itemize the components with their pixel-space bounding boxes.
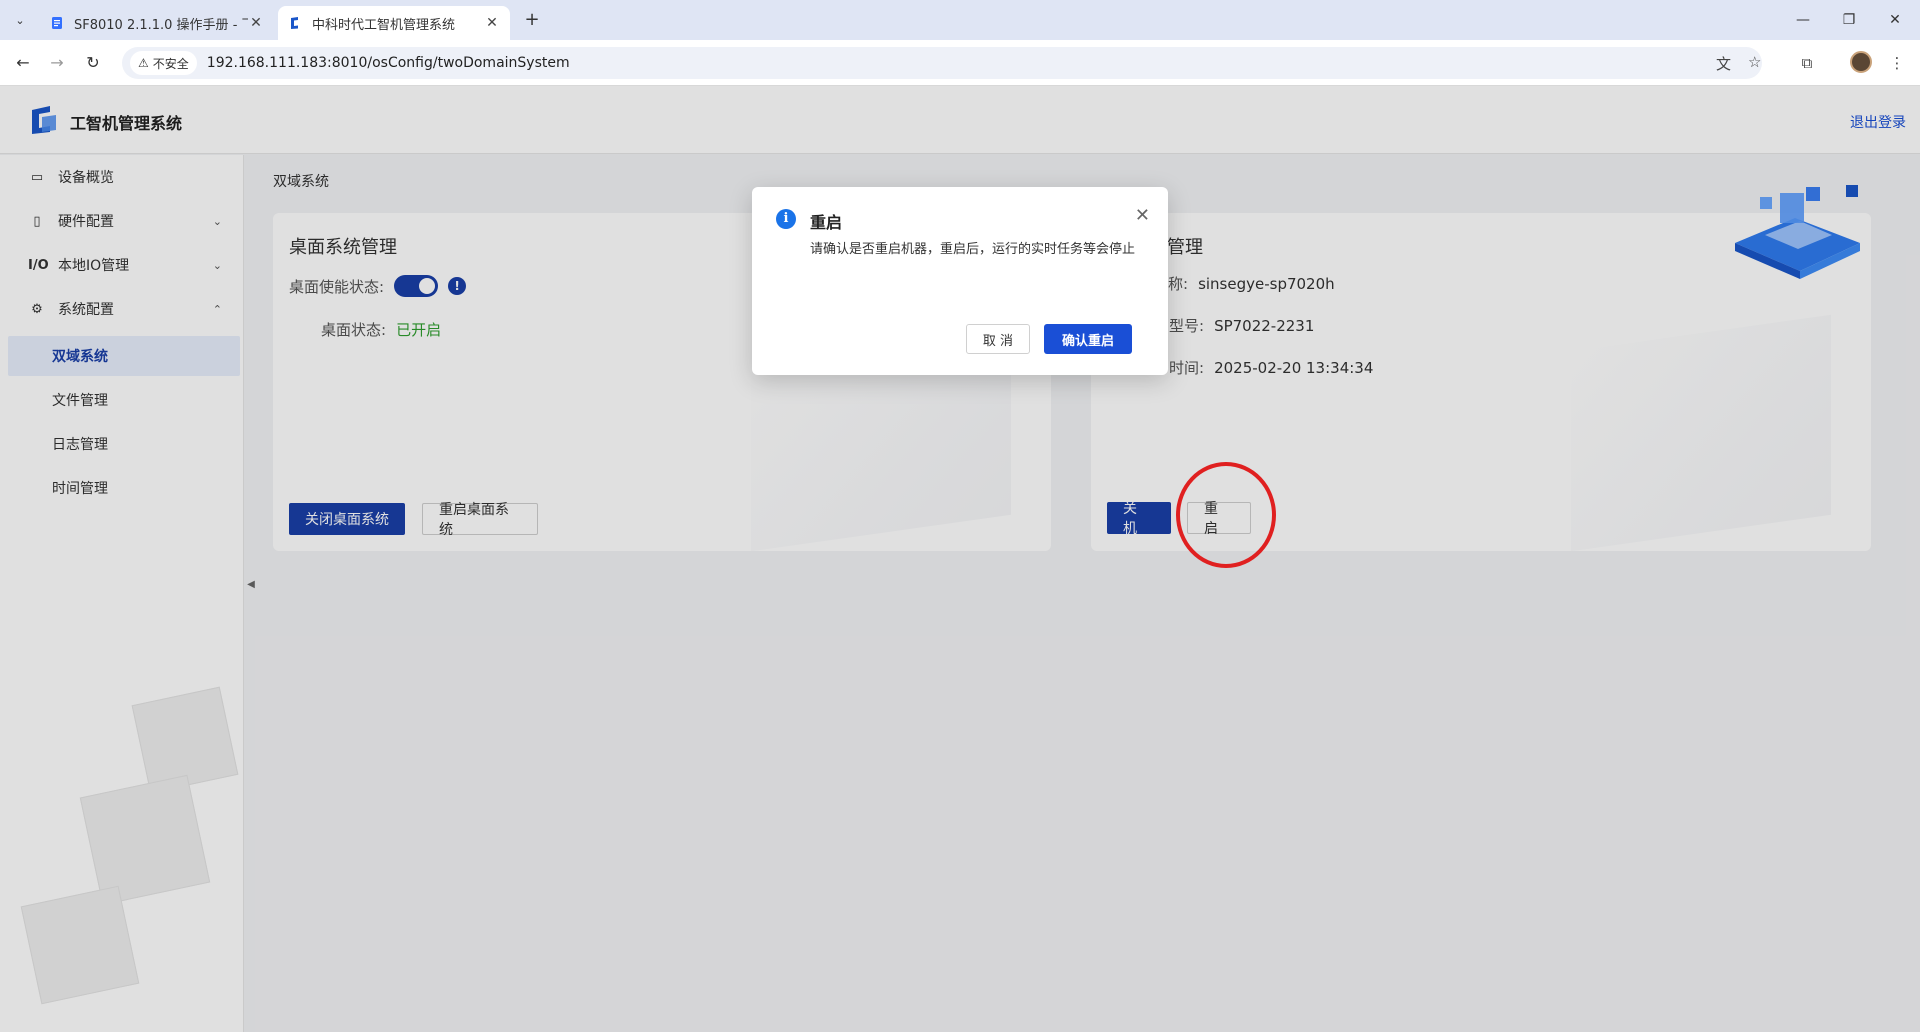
browser-tab-bar: ⌄ SF8010 2.1.1.0 操作手册 - 飞书 ✕ 中科时代工智机管理系统… [0,0,1920,40]
app-favicon-icon [291,17,298,29]
browser-address-bar: ← → ↻ ⚠ 不安全 192.168.111.183:8010/osConfi… [0,40,1920,86]
security-label: 不安全 [152,56,189,71]
restart-confirm-dialog: i 重启 ✕ 请确认是否重启机器，重启后，运行的实时任务等会停止 取 消 确认重… [752,187,1168,375]
translate-icon[interactable]: 文 [1716,53,1731,74]
dialog-close-icon[interactable]: ✕ [1135,205,1150,226]
url-bar[interactable]: ⚠ 不安全 192.168.111.183:8010/osConfig/twoD… [122,47,1762,79]
bookmark-star-icon[interactable]: ☆ [1748,53,1761,71]
security-indicator[interactable]: ⚠ 不安全 [130,51,197,75]
browser-menu-icon[interactable]: ⋮ [1886,52,1908,74]
reload-icon[interactable]: ↻ [80,50,106,76]
highlight-annotation [1176,462,1276,568]
profile-avatar[interactable] [1850,51,1872,73]
warning-icon: ⚠ [138,56,149,70]
window-close-icon[interactable]: ✕ [1880,8,1910,32]
tab-close-icon[interactable]: ✕ [248,15,264,31]
confirm-restart-button[interactable]: 确认重启 [1044,324,1132,354]
tab-close-icon[interactable]: ✕ [484,15,500,31]
tab-title: SF8010 2.1.1.0 操作手册 - 飞书 [74,17,248,33]
cancel-button[interactable]: 取 消 [966,324,1030,354]
extensions-icon[interactable]: ⧉ [1796,52,1818,74]
back-icon[interactable]: ← [10,50,36,76]
browser-tab-manual[interactable]: SF8010 2.1.1.0 操作手册 - 飞书 ✕ [40,6,274,40]
dialog-title: 重启 [810,213,843,232]
new-tab-button[interactable]: + [520,8,544,32]
document-icon [52,17,62,29]
tab-title: 中科时代工智机管理系统 [312,17,456,33]
restore-icon[interactable]: ❐ [1834,8,1864,32]
info-icon: i [776,209,796,229]
tab-search-icon[interactable]: ⌄ [8,8,32,32]
minimize-icon[interactable]: — [1788,8,1818,32]
forward-icon[interactable]: → [44,50,70,76]
url-text[interactable]: 192.168.111.183:8010/osConfig/twoDomainS… [207,55,570,71]
browser-tab-app[interactable]: 中科时代工智机管理系统 ✕ [278,6,510,40]
dialog-message: 请确认是否重启机器，重启后，运行的实时任务等会停止 [810,242,1136,257]
